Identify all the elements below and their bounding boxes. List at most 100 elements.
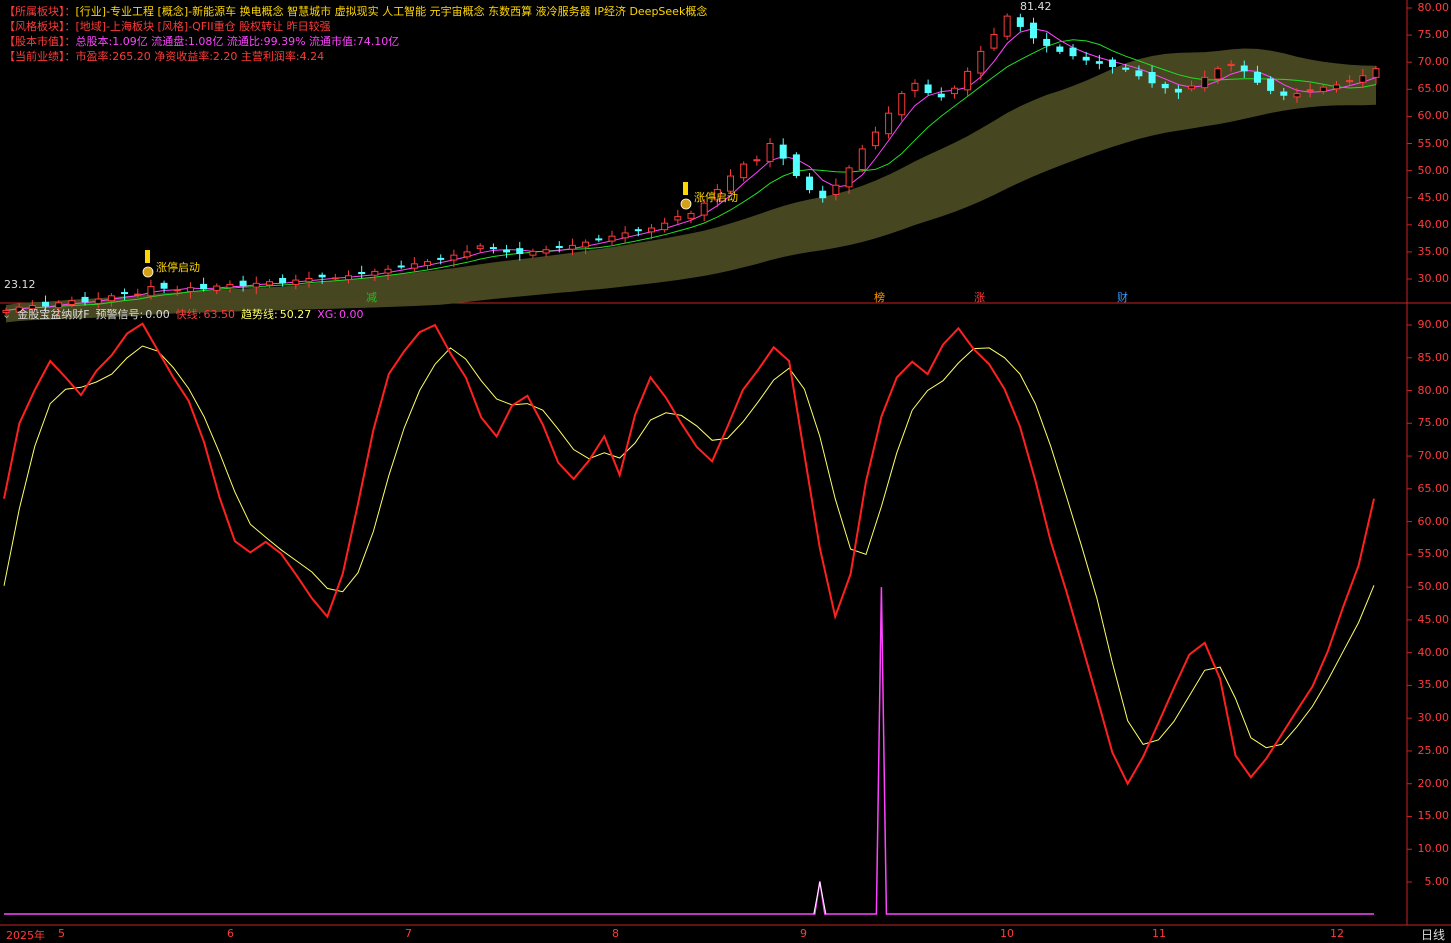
collapse-icon[interactable]: ⌄ bbox=[2, 308, 11, 321]
candle-body[interactable] bbox=[384, 268, 392, 274]
candle-body[interactable] bbox=[1346, 80, 1354, 83]
candle-body[interactable] bbox=[687, 212, 695, 219]
candle-body[interactable] bbox=[173, 289, 181, 292]
candle-body[interactable] bbox=[845, 167, 853, 188]
candle-body[interactable] bbox=[1253, 71, 1261, 83]
candle-body[interactable] bbox=[489, 247, 497, 250]
candle-body[interactable] bbox=[674, 216, 682, 221]
candle-body[interactable] bbox=[1372, 68, 1380, 78]
candle-body[interactable] bbox=[911, 82, 919, 91]
candle-body[interactable] bbox=[924, 84, 932, 94]
candle-body[interactable] bbox=[555, 245, 563, 249]
candle-body[interactable] bbox=[568, 244, 576, 250]
candle-body[interactable] bbox=[542, 249, 550, 254]
info-row-value[interactable]: [地域]-上海板块 [风格]-QFII重仓 股权转让 昨日较强 bbox=[76, 20, 331, 33]
candle-body[interactable] bbox=[121, 292, 129, 295]
candle-body[interactable] bbox=[1069, 47, 1077, 57]
candle-body[interactable] bbox=[647, 227, 655, 233]
candle-body[interactable] bbox=[1240, 65, 1248, 72]
candle-body[interactable] bbox=[819, 190, 827, 199]
candle-body[interactable] bbox=[279, 277, 287, 284]
candle-body[interactable] bbox=[977, 50, 985, 74]
limit-up-arrow-icon[interactable] bbox=[683, 182, 688, 195]
candle-body[interactable] bbox=[424, 261, 432, 266]
period-selector[interactable]: 日线 bbox=[1421, 926, 1445, 943]
candle-body[interactable] bbox=[740, 163, 748, 179]
candle-body[interactable] bbox=[450, 254, 458, 261]
candle-body[interactable] bbox=[595, 238, 603, 241]
candle-body[interactable] bbox=[1122, 67, 1130, 70]
event-marker-finance[interactable]: 财 bbox=[1117, 289, 1128, 305]
candle-body[interactable] bbox=[516, 248, 524, 255]
candle-body[interactable] bbox=[371, 270, 379, 276]
candle-body[interactable] bbox=[1359, 75, 1367, 83]
candle-body[interactable] bbox=[1003, 15, 1011, 37]
candle-body[interactable] bbox=[1095, 61, 1103, 64]
candle-body[interactable] bbox=[1016, 17, 1024, 27]
candle-body[interactable] bbox=[1306, 89, 1314, 92]
candle-body[interactable] bbox=[1109, 59, 1117, 68]
candle-body[interactable] bbox=[107, 295, 115, 302]
candle-body[interactable] bbox=[94, 298, 102, 304]
candle-body[interactable] bbox=[252, 282, 260, 288]
candle-body[interactable] bbox=[239, 280, 247, 287]
candle-body[interactable] bbox=[147, 286, 155, 297]
candle-body[interactable] bbox=[885, 112, 893, 135]
candle-body[interactable] bbox=[582, 241, 590, 248]
candle-body[interactable] bbox=[213, 285, 221, 291]
candle-body[interactable] bbox=[358, 271, 366, 275]
candle-body[interactable] bbox=[318, 274, 326, 278]
limit-up-signal-label[interactable]: 涨停启动 bbox=[694, 189, 738, 205]
candle-body[interactable] bbox=[397, 265, 405, 268]
candle-body[interactable] bbox=[1332, 84, 1340, 90]
candle-body[interactable] bbox=[832, 184, 840, 195]
candle-body[interactable] bbox=[476, 245, 484, 250]
candle-body[interactable] bbox=[292, 279, 300, 285]
candle-body[interactable] bbox=[1174, 88, 1182, 93]
candle-body[interactable] bbox=[1280, 91, 1288, 96]
info-row-value[interactable]: 总股本:1.09亿 流通盘:1.08亿 流通比:99.39% 流通市值:74.1… bbox=[76, 35, 400, 48]
candle-body[interactable] bbox=[608, 235, 616, 242]
candle-body[interactable] bbox=[621, 232, 629, 239]
candle-body[interactable] bbox=[1188, 85, 1196, 90]
candle-body[interactable] bbox=[410, 263, 418, 269]
event-marker-reduce[interactable]: 减 bbox=[366, 289, 377, 305]
limit-up-signal-label[interactable]: 涨停启动 bbox=[156, 259, 200, 275]
candle-body[interactable] bbox=[503, 249, 511, 253]
candle-body[interactable] bbox=[898, 93, 906, 116]
candle-body[interactable] bbox=[463, 251, 471, 258]
info-row-value[interactable]: [行业]-专业工程 [概念]-新能源车 换电概念 智慧城市 虚拟现实 人工智能 … bbox=[76, 5, 708, 18]
candle-body[interactable] bbox=[766, 143, 774, 162]
candle-body[interactable] bbox=[68, 300, 76, 305]
limit-up-arrow-icon[interactable] bbox=[145, 250, 150, 263]
candle-body[interactable] bbox=[1148, 71, 1156, 84]
candle-body[interactable] bbox=[1056, 46, 1064, 52]
candle-body[interactable] bbox=[871, 131, 879, 147]
indicator-name[interactable]: 金股宝盆纳财F bbox=[17, 308, 89, 321]
candle-body[interactable] bbox=[437, 257, 445, 260]
candle-body[interactable] bbox=[950, 87, 958, 95]
candle-body[interactable] bbox=[634, 229, 642, 232]
candle-body[interactable] bbox=[937, 93, 945, 98]
candle-body[interactable] bbox=[186, 287, 194, 292]
candle-body[interactable] bbox=[779, 144, 787, 159]
candle-body[interactable] bbox=[858, 148, 866, 171]
candle-body[interactable] bbox=[1267, 78, 1275, 91]
candle-body[interactable] bbox=[200, 283, 208, 290]
candle-body[interactable] bbox=[1043, 38, 1051, 46]
candle-body[interactable] bbox=[806, 176, 814, 191]
candle-body[interactable] bbox=[1030, 22, 1037, 39]
chart-canvas[interactable] bbox=[0, 0, 1451, 940]
candle-body[interactable] bbox=[226, 283, 234, 289]
event-marker-list[interactable]: 榜 bbox=[874, 289, 885, 305]
candle-body[interactable] bbox=[1293, 93, 1301, 98]
candle-body[interactable] bbox=[1201, 76, 1209, 89]
candle-body[interactable] bbox=[160, 282, 168, 289]
candle-body[interactable] bbox=[753, 159, 761, 162]
info-row-value[interactable]: 市盈率:265.20 净资收益率:2.20 主营利润率:4.24 bbox=[76, 50, 325, 63]
candle-body[interactable] bbox=[331, 277, 339, 280]
candle-body[interactable] bbox=[1135, 70, 1143, 77]
candle-body[interactable] bbox=[661, 222, 669, 231]
candle-body[interactable] bbox=[964, 70, 972, 91]
candle-body[interactable] bbox=[990, 34, 998, 49]
